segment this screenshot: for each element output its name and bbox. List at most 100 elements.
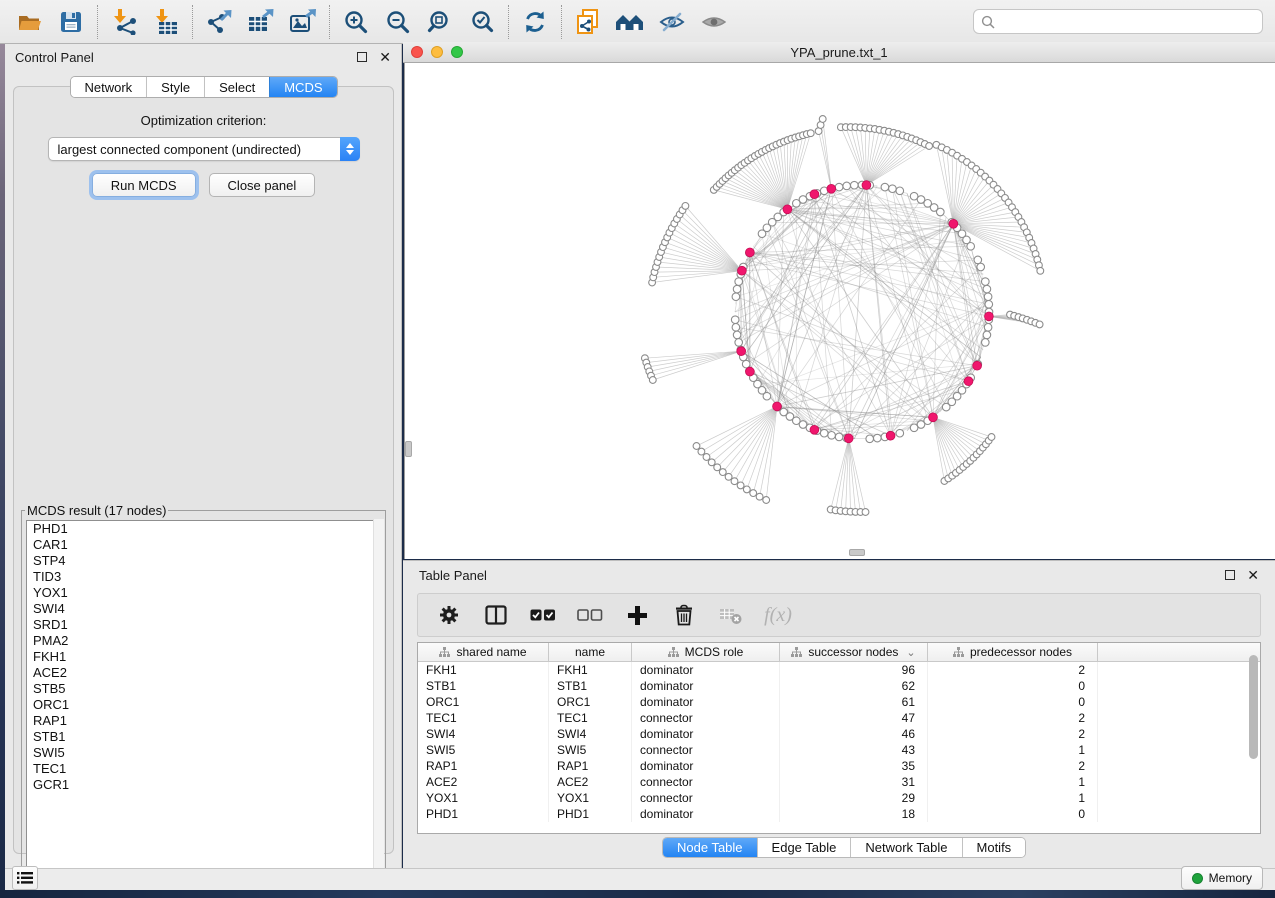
mcds-result-item[interactable]: CAR1 (27, 537, 381, 553)
mcds-result-item[interactable]: ACE2 (27, 665, 381, 681)
delete-table-button[interactable] (718, 602, 744, 628)
criterion-select[interactable]: largest connected component (undirected) (48, 137, 360, 161)
float-panel-icon[interactable] (357, 52, 367, 62)
table-tab-network-table[interactable]: Network Table (850, 838, 961, 857)
mcds-panel: NetworkStyleSelectMCDS Optimization crit… (13, 86, 394, 854)
mcds-result-list[interactable]: PHD1CAR1STP4TID3YOX1SWI4SRD1PMA2FKH1ACE2… (26, 520, 382, 878)
mcds-result-item[interactable]: STB5 (27, 681, 381, 697)
import-network-button[interactable] (103, 3, 145, 41)
run-mcds-button[interactable]: Run MCDS (92, 173, 196, 197)
mcds-result-item[interactable]: FKH1 (27, 649, 381, 665)
table-row-fkh1[interactable]: FKH1FKH1dominator962 (418, 662, 1260, 678)
mcds-result-item[interactable]: PHD1 (27, 521, 381, 537)
tab-mcds[interactable]: MCDS (269, 77, 336, 97)
refresh-view-button[interactable] (514, 3, 556, 41)
close-panel-button[interactable]: Close panel (209, 173, 316, 197)
cell-predecessor-nodes: 2 (928, 662, 1098, 678)
column-header-successor-nodes[interactable]: successor nodes⌄ (780, 643, 928, 661)
import-table-icon (152, 8, 180, 35)
window-minimize-icon[interactable] (431, 46, 443, 58)
plus-icon (628, 606, 647, 625)
table-tab-node-table[interactable]: Node Table (663, 838, 757, 857)
cell-name: ACE2 (549, 774, 632, 790)
function-builder-button[interactable]: f(x) (765, 602, 791, 628)
window-close-icon[interactable] (411, 46, 423, 58)
select-all-rows-button[interactable] (530, 602, 556, 628)
cell-name: SWI4 (549, 726, 632, 742)
table-row-orc1[interactable]: ORC1ORC1dominator610 (418, 694, 1260, 710)
show-all-button[interactable] (693, 3, 735, 41)
zoom-fit-button[interactable] (419, 3, 461, 41)
mcds-result-item[interactable]: TEC1 (27, 761, 381, 777)
tab-style[interactable]: Style (146, 77, 204, 97)
cell-name: TEC1 (549, 710, 632, 726)
table-row-rap1[interactable]: RAP1RAP1dominator352 (418, 758, 1260, 774)
mcds-list-scrollbar[interactable] (373, 519, 384, 875)
mcds-result-title: MCDS result (17 nodes) (25, 503, 168, 518)
first-neighbors-button[interactable] (609, 3, 651, 41)
table-tab-motifs[interactable]: Motifs (962, 838, 1026, 857)
export-table-button[interactable] (240, 3, 282, 41)
cell-name: YOX1 (549, 790, 632, 806)
column-header-predecessor-nodes[interactable]: predecessor nodes (928, 643, 1098, 661)
cell-successor-nodes: 35 (780, 758, 928, 774)
cell-predecessor-nodes: 1 (928, 774, 1098, 790)
deselect-all-rows-button[interactable] (577, 602, 603, 628)
export-network-button[interactable] (198, 3, 240, 41)
mcds-result-item[interactable]: ORC1 (27, 697, 381, 713)
column-header-shared-name[interactable]: shared name (418, 643, 549, 661)
table-row-tec1[interactable]: TEC1TEC1connector472 (418, 710, 1260, 726)
canvas-horizontal-scrollbar[interactable] (849, 549, 865, 556)
table-scrollbar[interactable] (1249, 655, 1258, 759)
hide-selected-button[interactable] (651, 3, 693, 41)
save-session-button[interactable] (50, 3, 92, 41)
mcds-result-item[interactable]: RAP1 (27, 713, 381, 729)
table-row-swi5[interactable]: SWI5SWI5connector431 (418, 742, 1260, 758)
search-input[interactable] (1000, 15, 1255, 29)
mcds-result-item[interactable]: TID3 (27, 569, 381, 585)
table-row-ace2[interactable]: ACE2ACE2connector311 (418, 774, 1260, 790)
table-row-phd1[interactable]: PHD1PHD1dominator180 (418, 806, 1260, 822)
network-graph[interactable] (405, 63, 1275, 559)
open-file-button[interactable] (8, 3, 50, 41)
network-canvas[interactable] (404, 63, 1275, 559)
mcds-result-item[interactable]: PMA2 (27, 633, 381, 649)
table-row-yox1[interactable]: YOX1YOX1connector291 (418, 790, 1260, 806)
tab-select[interactable]: Select (204, 77, 269, 97)
export-image-button[interactable] (282, 3, 324, 41)
mcds-result-item[interactable]: SWI4 (27, 601, 381, 617)
export-table-icon (247, 8, 275, 35)
table-settings-button[interactable] (436, 602, 462, 628)
zoom-selected-button[interactable] (461, 3, 503, 41)
mcds-result-item[interactable]: STB1 (27, 729, 381, 745)
task-history-button[interactable] (12, 866, 38, 890)
float-table-panel-icon[interactable] (1225, 570, 1235, 580)
cell-mcds-role: connector (632, 742, 780, 758)
show-hide-columns-button[interactable] (483, 602, 509, 628)
table-tab-edge-table[interactable]: Edge Table (757, 838, 851, 857)
mcds-result-item[interactable]: SRD1 (27, 617, 381, 633)
table-row-swi4[interactable]: SWI4SWI4dominator462 (418, 726, 1260, 742)
network-window-titlebar[interactable]: YPA_prune.txt_1 (403, 42, 1275, 63)
memory-button[interactable]: Memory (1181, 866, 1263, 890)
mcds-result-item[interactable]: YOX1 (27, 585, 381, 601)
clone-network-button[interactable] (567, 3, 609, 41)
delete-column-button[interactable] (671, 602, 697, 628)
mcds-result-item[interactable]: STP4 (27, 553, 381, 569)
zoom-in-button[interactable] (335, 3, 377, 41)
column-header-name[interactable]: name (549, 643, 632, 661)
close-table-panel-icon[interactable]: ✕ (1247, 568, 1259, 582)
close-panel-icon[interactable]: ✕ (379, 50, 391, 64)
add-column-button[interactable] (624, 602, 650, 628)
column-header-mcds-role[interactable]: MCDS role (632, 643, 780, 661)
canvas-vertical-scrollbar[interactable] (405, 441, 412, 457)
table-row-stb1[interactable]: STB1STB1dominator620 (418, 678, 1260, 694)
mcds-result-item[interactable]: GCR1 (27, 777, 381, 793)
mcds-result-item[interactable]: SWI5 (27, 745, 381, 761)
search-box[interactable] (973, 9, 1263, 34)
window-maximize-icon[interactable] (451, 46, 463, 58)
select-all-icon (530, 608, 556, 622)
tab-network[interactable]: Network (70, 77, 146, 97)
zoom-out-button[interactable] (377, 3, 419, 41)
import-table-button[interactable] (145, 3, 187, 41)
